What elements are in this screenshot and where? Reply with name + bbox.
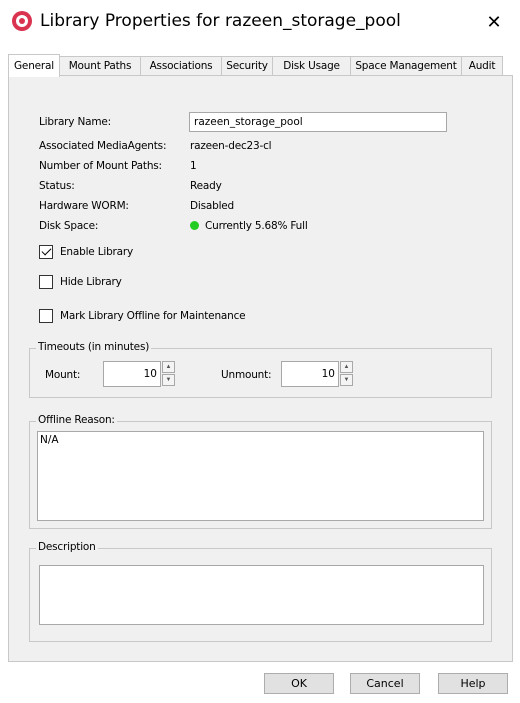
status-dot-icon bbox=[190, 221, 199, 230]
mount-timeout-input[interactable]: 10 bbox=[103, 361, 161, 387]
tab-general[interactable]: General bbox=[8, 54, 60, 77]
media-agents-label: Associated MediaAgents: bbox=[39, 140, 167, 152]
status-label: Status: bbox=[39, 180, 75, 192]
timeouts-group: Timeouts (in minutes) Mount: 10 ▲ ▼ Unmo… bbox=[29, 341, 492, 398]
tab-disk-usage[interactable]: Disk Usage bbox=[272, 56, 351, 76]
library-name-label: Library Name: bbox=[39, 116, 111, 128]
hardware-worm-value: Disabled bbox=[190, 200, 235, 212]
mount-paths-value: 1 bbox=[190, 160, 197, 172]
offline-maintenance-checkbox[interactable] bbox=[39, 309, 53, 323]
unmount-timeout-label: Unmount: bbox=[221, 369, 272, 381]
description-group: Description bbox=[29, 541, 492, 642]
hardware-worm-label: Hardware WORM: bbox=[39, 200, 129, 212]
window-title: Library Properties for razeen_storage_po… bbox=[40, 11, 401, 31]
tab-audit[interactable]: Audit bbox=[461, 56, 503, 76]
status-value: Ready bbox=[190, 180, 222, 192]
mount-paths-label: Number of Mount Paths: bbox=[39, 160, 162, 172]
hide-library-label: Hide Library bbox=[60, 276, 122, 288]
tab-security[interactable]: Security bbox=[221, 56, 273, 76]
description-legend: Description bbox=[36, 541, 98, 553]
general-panel: Library Name: razeen_storage_pool Associ… bbox=[8, 75, 513, 662]
app-logo-icon bbox=[12, 11, 32, 31]
enable-library-checkbox[interactable] bbox=[39, 245, 53, 259]
unmount-timeout-input[interactable]: 10 bbox=[281, 361, 339, 387]
description-textarea[interactable] bbox=[39, 565, 484, 625]
offline-maintenance-label: Mark Library Offline for Maintenance bbox=[60, 310, 246, 322]
tab-mount-paths[interactable]: Mount Paths bbox=[59, 56, 141, 76]
unmount-decrement-arrow-icon[interactable]: ▼ bbox=[340, 374, 353, 386]
timeouts-legend: Timeouts (in minutes) bbox=[36, 341, 152, 353]
title-bar: Library Properties for razeen_storage_po… bbox=[0, 0, 520, 44]
ok-button[interactable]: OK bbox=[264, 673, 334, 694]
media-agents-value: razeen-dec23-cl bbox=[190, 140, 272, 152]
enable-library-label: Enable Library bbox=[60, 246, 134, 258]
disk-space-label: Disk Space: bbox=[39, 220, 99, 232]
library-name-input[interactable]: razeen_storage_pool bbox=[189, 112, 447, 132]
mount-decrement-arrow-icon[interactable]: ▼ bbox=[162, 374, 175, 386]
close-button[interactable]: ✕ bbox=[478, 7, 510, 37]
offline-reason-legend: Offline Reason: bbox=[36, 414, 117, 426]
disk-space-value: Currently 5.68% Full bbox=[205, 220, 308, 232]
cancel-button[interactable]: Cancel bbox=[350, 673, 420, 694]
unmount-increment-arrow-icon[interactable]: ▲ bbox=[340, 361, 353, 373]
offline-reason-group: Offline Reason: N/A bbox=[29, 414, 492, 529]
offline-reason-textarea[interactable]: N/A bbox=[37, 431, 484, 521]
disk-space-indicator: Currently 5.68% Full bbox=[190, 220, 308, 232]
hide-library-checkbox[interactable] bbox=[39, 275, 53, 289]
mount-timeout-label: Mount: bbox=[45, 369, 81, 381]
tab-associations[interactable]: Associations bbox=[140, 56, 222, 76]
help-button[interactable]: Help bbox=[438, 673, 508, 694]
mount-increment-arrow-icon[interactable]: ▲ bbox=[162, 361, 175, 373]
tab-space-management[interactable]: Space Management bbox=[350, 56, 462, 76]
tab-bar: General Mount Paths Associations Securit… bbox=[8, 54, 512, 77]
